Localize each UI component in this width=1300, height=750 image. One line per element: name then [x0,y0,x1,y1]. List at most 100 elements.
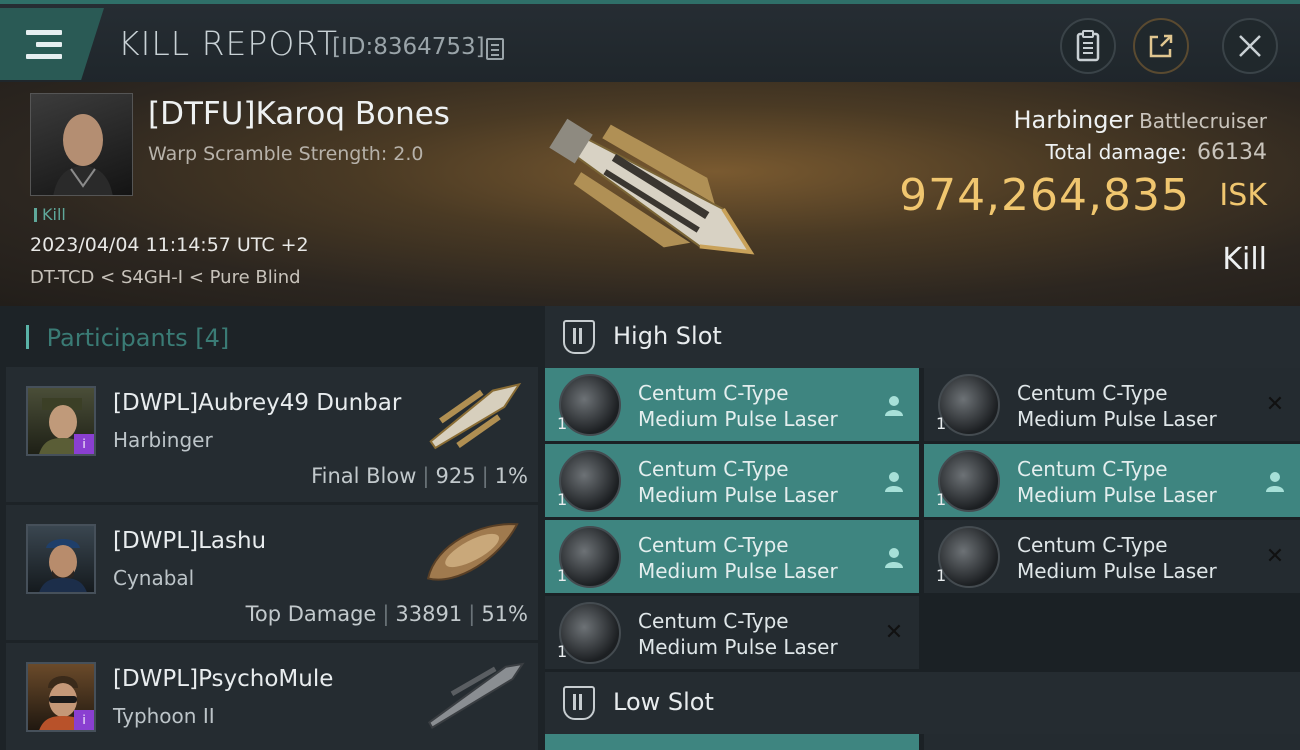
warp-scramble-strength: Warp Scramble Strength: 2.0 [148,143,424,165]
destroyed-icon: ✕ [1265,392,1285,417]
high-slot-icon [563,320,595,354]
rank-badge-icon: i [74,434,94,454]
top-bar: KILL REPORT [ID:8364753] [0,0,1300,82]
pilot-icon [883,394,905,416]
page-title: KILL REPORT [118,24,338,63]
module-item[interactable] [545,734,919,750]
module-item[interactable]: 1 Centum C-Type Medium Pulse Laser [545,520,919,593]
close-icon [1239,35,1261,57]
clipboard-button[interactable] [1060,18,1116,74]
victim-panel: [DTFU]Karoq Bones Warp Scramble Strength… [0,82,1300,306]
pilot-icon [883,546,905,568]
participant-percent: 51% [481,602,528,626]
module-item[interactable] [924,734,1300,750]
share-button[interactable] [1133,18,1189,74]
module-name: Centum C-Type Medium Pulse Laser [638,457,838,507]
total-damage-label: Total damage: [1045,140,1188,164]
participant-stats: Top Damage | 33891 | 51% [245,602,528,626]
copy-icon[interactable] [486,38,504,60]
participant-ship: Typhoon II [113,704,215,728]
high-slot-title: High Slot [613,322,722,350]
share-icon [1149,34,1173,58]
pulse-laser-icon [938,450,1000,512]
victim-ship-image [549,118,755,255]
fittings-panel: High Slot 1 Centum C-Type Medium Pulse La… [545,306,1300,750]
participant-percent: 1% [494,464,528,488]
kill-result: Kill [1222,242,1267,277]
kill-tag: Kill [34,205,66,224]
menu-icon[interactable] [26,30,62,60]
destroyed-icon: ✕ [884,620,904,645]
participants-header: Participants [4] [26,324,230,352]
module-item[interactable]: 1 Centum C-Type Medium Pulse Laser [545,444,919,517]
participant-ship-image [427,662,525,730]
module-name: Centum C-Type Medium Pulse Laser [638,381,838,431]
participants-label: Participants [46,324,188,352]
module-name: Centum C-Type Medium Pulse Laser [638,533,838,583]
total-damage-value: 66134 [1197,140,1267,165]
participant-role: Final Blow [311,464,417,488]
participant-name: [DWPL]Aubrey49 Dunbar [113,390,402,416]
participant-damage: 925 [435,464,476,488]
pulse-laser-icon [559,602,621,664]
pulse-laser-icon [938,526,1000,588]
participants-count: [4] [195,324,230,352]
pulse-laser-icon [559,450,621,512]
participant-stats: Final Blow | 925 | 1% [311,464,528,488]
module-item[interactable]: 1 Centum C-Type Medium Pulse Laser [545,368,919,441]
participants-panel: Participants [4] i [DWPL]Aubrey49 Dunbar… [0,306,545,750]
module-item[interactable]: 1 Centum C-Type Medium Pulse Laser ✕ [545,596,919,669]
victim-portrait[interactable] [30,93,133,196]
pulse-laser-icon [938,374,1000,436]
avatar: i [26,662,96,732]
victim-ship-class: Battlecruiser [1139,109,1267,133]
module-item[interactable]: 1 Centum C-Type Medium Pulse Laser ✕ [924,520,1300,593]
avatar: i [26,386,96,456]
close-button[interactable] [1222,18,1278,74]
module-item[interactable]: 1 Centum C-Type Medium Pulse Laser [924,444,1300,517]
participant-name: [DWPL]Lashu [113,528,267,554]
module-quantity: 1 [557,414,568,433]
module-quantity: 1 [936,566,947,585]
participant-ship-image [429,382,522,450]
participant-ship-image [426,523,519,581]
low-slot-icon [563,686,595,720]
module-name: Centum C-Type Medium Pulse Laser [638,609,838,659]
kill-datetime: 2023/04/04 11:14:57 UTC +2 [30,234,309,256]
participant-name: [DWPL]PsychoMule [113,666,334,692]
module-quantity: 1 [936,414,947,433]
module-item[interactable]: 1 Centum C-Type Medium Pulse Laser ✕ [924,368,1300,441]
participant-card[interactable]: i [DWPL]Aubrey49 Dunbar Harbinger Final … [6,367,538,502]
total-damage: Total damage: 66134 [1046,140,1268,165]
clipboard-icon [1076,30,1100,62]
module-quantity: 1 [936,490,947,509]
isk-unit: ISK [1219,178,1267,213]
participant-card[interactable]: [DWPL]Lashu Cynabal Top Damage | 33891 | 51% [6,505,538,640]
destroyed-icon: ✕ [1265,544,1285,569]
participant-role: Top Damage [245,602,377,626]
participant-ship: Cynabal [113,566,195,590]
victim-ship: Harbinger Battlecruiser [1013,106,1267,134]
module-quantity: 1 [557,566,568,585]
module-name: Centum C-Type Medium Pulse Laser [1017,381,1217,431]
module-quantity: 1 [557,490,568,509]
kill-id: [ID:8364753] [332,34,485,60]
high-slot-header: High Slot [545,306,1300,368]
pilot-icon [1264,470,1286,492]
kill-report-screen: KILL REPORT [ID:8364753] [DTFU]Karoq Bon… [0,0,1300,750]
pulse-laser-icon [559,526,621,588]
isk-value: 974,264,835 [899,170,1190,221]
kill-location: DT-TCD < S4GH-I < Pure Blind [30,267,301,288]
victim-name: [DTFU]Karoq Bones [148,96,450,132]
rank-badge-icon: i [74,710,94,730]
participant-ship: Harbinger [113,428,213,452]
module-quantity: 1 [557,642,568,661]
low-slot-header: Low Slot [545,672,1300,734]
module-name: Centum C-Type Medium Pulse Laser [1017,533,1217,583]
participant-card[interactable]: i [DWPL]PsychoMule Typhoon II [6,643,538,750]
victim-ship-name: Harbinger [1013,106,1134,134]
participant-damage: 33891 [395,602,463,626]
low-slot-title: Low Slot [613,688,714,716]
menu-tab[interactable] [0,8,104,80]
pulse-laser-icon [559,374,621,436]
